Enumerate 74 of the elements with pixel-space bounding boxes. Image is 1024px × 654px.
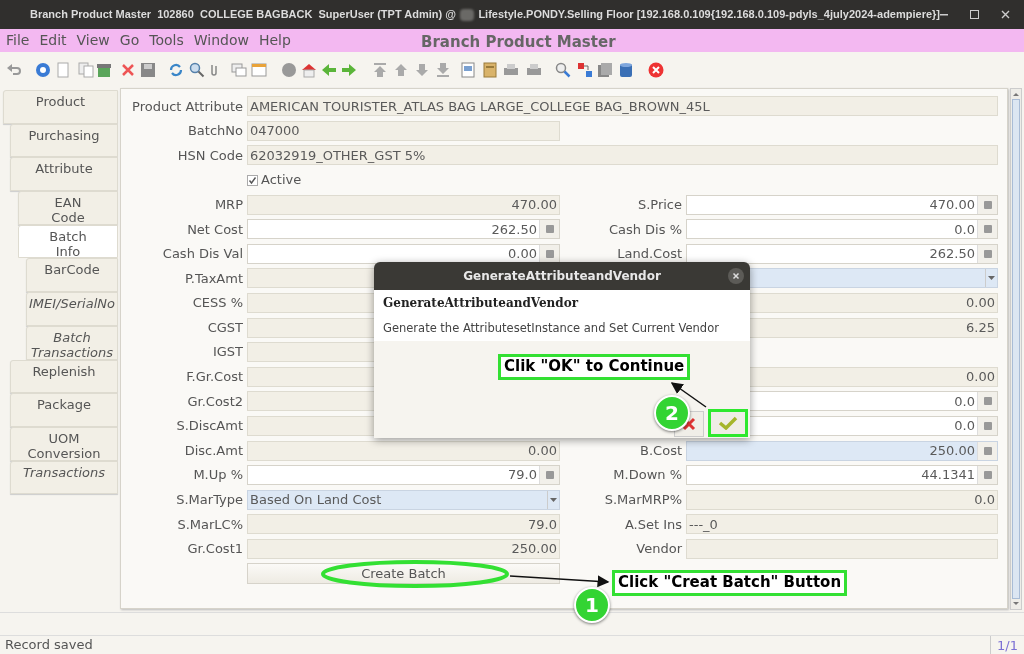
input-field: 79.0 — [247, 514, 560, 535]
field-label: M.Down % — [613, 467, 682, 483]
field-label: Disc.Amt — [184, 442, 243, 458]
field-label: BatchNo — [187, 123, 243, 139]
input-field[interactable]: 79.0 — [247, 465, 560, 486]
input-field: 250.00 — [247, 539, 560, 559]
status-message: Record saved — [5, 636, 93, 654]
field-label: CGST — [207, 319, 243, 335]
record-count: 1/1 — [990, 636, 1024, 654]
input-field[interactable]: 262.50 — [247, 219, 560, 240]
tab[interactable]: Batch Transactions — [26, 325, 118, 360]
tab[interactable]: Purchasing — [10, 123, 118, 158]
input-field: 0.00 — [247, 440, 560, 461]
tab[interactable]: Attribute — [10, 157, 118, 192]
input-field: 62032919_OTHER_GST 5% — [247, 145, 998, 166]
window-title: Lifestyle.PONDY.Selling Floor [192.168.0.109{192.168.0.109-pdyls_4july2024-adempiere}] — [478, 7, 940, 23]
callout-label: Click "Creat Batch" Button — [612, 570, 848, 596]
field-label: F.Gr.Cost — [186, 369, 243, 385]
input-field[interactable]: 0.0 — [686, 219, 998, 240]
dialog-heading: GenerateAttributeandVendor — [383, 295, 580, 312]
field-label: S.MarLC% — [177, 516, 243, 532]
callout-label: Clik "OK" to Continue — [498, 354, 691, 380]
menu-item[interactable]: Tools — [149, 30, 184, 51]
field-label: Cash Dis Val — [162, 246, 243, 262]
input-field: ---_0 — [686, 514, 998, 535]
menu-item[interactable]: Go — [119, 30, 140, 51]
input-field: AMERICAN TOURISTER_ATLAS BAG LARGE_COLLEGE BAG_BROWN_45L — [247, 96, 998, 117]
tab[interactable]: Replenish — [10, 359, 118, 394]
window-title: Branch Product Master 102860 COLLEGE BAGBACK SuperUser (TPT Admin) @ — [30, 7, 456, 23]
input-field: 047000 — [247, 120, 560, 141]
dropdown-field[interactable]: Based On Land Cost — [247, 489, 560, 510]
field-label: Product Attribute — [132, 98, 243, 114]
field-label: Gr.Cost1 — [187, 541, 243, 557]
field-label: HSN Code — [177, 147, 243, 163]
tab[interactable]: UOM Conversion — [10, 426, 118, 461]
tab[interactable]: Batch Info — [18, 224, 118, 259]
menu-item[interactable]: File — [6, 30, 30, 51]
checkbox-label: Active — [261, 171, 302, 190]
menu-item[interactable]: Help — [258, 30, 291, 51]
input-field: 0.0 — [686, 489, 998, 510]
step-number-badge: 1 — [574, 587, 610, 623]
input-field[interactable]: 0.00 — [247, 243, 560, 264]
tab[interactable]: IMEI/SerialNo — [26, 292, 118, 326]
field-label: M.Up % — [193, 467, 243, 483]
tab[interactable]: EAN Code — [18, 191, 118, 225]
dialog-title: GenerateAttributeandVendor — [463, 268, 661, 285]
field-label: S.Price — [637, 196, 682, 212]
field-label: S.DiscAmt — [176, 418, 243, 434]
field-label: MRP — [214, 196, 243, 212]
field-label: Vendor — [636, 541, 682, 557]
input-field[interactable]: 250.00 — [686, 440, 998, 461]
input-field: 470.00 — [247, 194, 560, 215]
field-label: IGST — [212, 344, 243, 360]
field-label: B.Cost — [640, 442, 682, 458]
input-field[interactable]: 44.1341 — [686, 465, 998, 486]
menu-item[interactable]: Window — [193, 30, 249, 51]
input-field[interactable]: 262.50 — [686, 243, 998, 264]
field-label: CESS % — [192, 295, 243, 311]
tab[interactable]: Transactions — [10, 460, 118, 495]
field-label: A.Set Ins — [624, 516, 682, 532]
field-label: S.MarType — [176, 492, 243, 508]
menu-item[interactable]: Edit — [39, 30, 67, 51]
field-label: Cash Dis % — [608, 221, 682, 237]
field-label: S.MarMRP% — [604, 492, 682, 508]
tab[interactable]: BarCode — [26, 258, 118, 293]
input-field[interactable]: 470.00 — [686, 194, 998, 215]
tab[interactable]: Package — [10, 393, 118, 427]
field-label: Net Cost — [187, 221, 243, 237]
menu-item[interactable]: View — [76, 30, 110, 51]
field-label: Land.Cost — [617, 246, 682, 262]
field-label: P.TaxAmt — [184, 270, 243, 286]
window-heading: Branch Product Master — [421, 32, 616, 53]
field-label: Gr.Cost2 — [187, 393, 243, 409]
tab[interactable]: Product — [3, 90, 118, 124]
